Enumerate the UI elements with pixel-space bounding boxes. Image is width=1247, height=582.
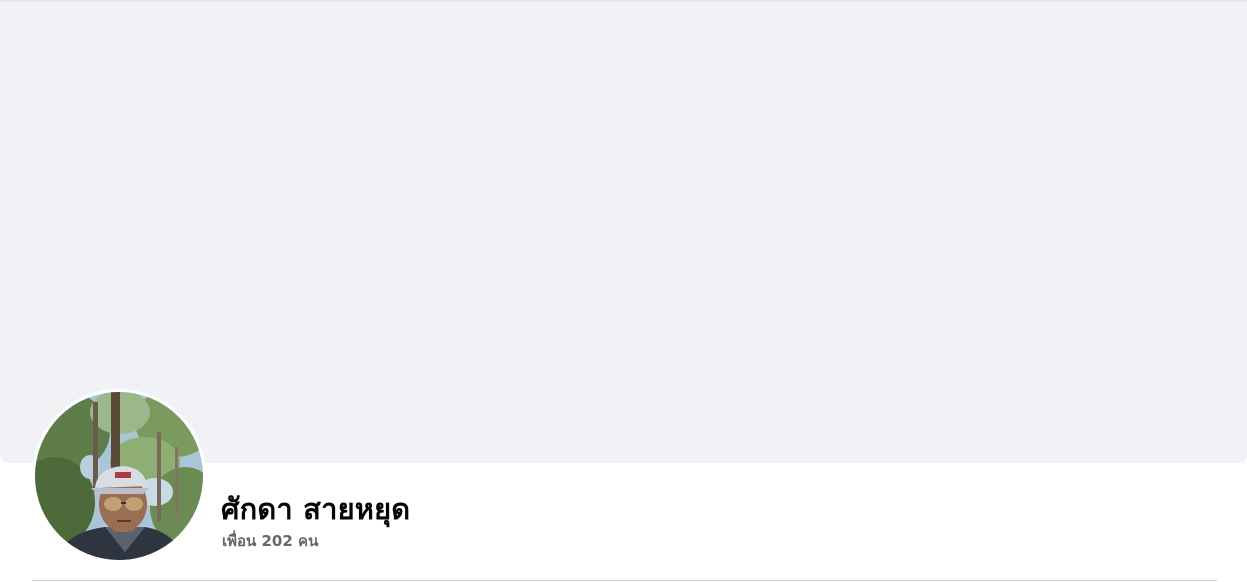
section-divider — [32, 580, 1217, 581]
profile-picture[interactable] — [35, 392, 203, 560]
cover-top-border — [0, 0, 1247, 2]
cover-photo[interactable] — [0, 0, 1247, 463]
friends-count-link[interactable]: เพื่อน 202 คน — [222, 529, 318, 553]
profile-page: ศักดา สายหยุด เพื่อน 202 คน — [0, 0, 1247, 582]
profile-name: ศักดา สายหยุด — [221, 492, 411, 526]
profile-picture-frame[interactable] — [32, 389, 206, 563]
avatar-photo-icon — [35, 392, 203, 560]
